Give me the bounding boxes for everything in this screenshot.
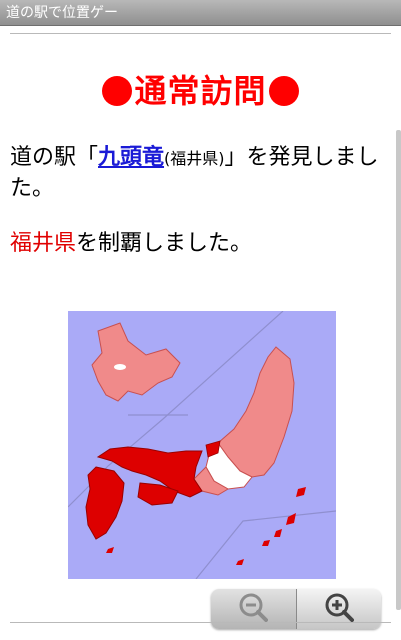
conquest-text: を制覇しました。 — [76, 231, 253, 256]
zoom-in-button[interactable] — [296, 589, 381, 629]
tohoku-kanto-region — [217, 346, 295, 478]
page-scrollbar[interactable] — [396, 130, 401, 610]
message-prefix: 道の駅「 — [10, 145, 99, 170]
red-dot-icon — [102, 76, 133, 106]
app-title: 道の駅で位置ゲー — [6, 5, 118, 21]
zoom-controls — [211, 589, 381, 629]
zoom-in-icon — [324, 592, 354, 626]
zoom-out-icon — [238, 592, 269, 626]
discovery-message: 道の駅「九頭竜(福井県)」を発見しました。 — [10, 143, 390, 204]
red-dot-icon — [268, 76, 299, 106]
app-title-bar: 道の駅で位置ゲー — [0, 0, 401, 26]
station-prefecture: (福井県) — [164, 149, 225, 168]
top-divider — [10, 33, 391, 34]
kyushu-region — [85, 466, 125, 540]
zoom-out-button[interactable] — [211, 589, 297, 629]
bottom-divider — [10, 622, 391, 623]
japan-map-graphic — [68, 311, 336, 579]
visit-heading: 通常訪問 — [0, 66, 401, 112]
station-name-link[interactable]: 九頭竜 — [98, 145, 164, 170]
japan-map — [68, 311, 336, 579]
visit-heading-text: 通常訪問 — [134, 72, 267, 110]
hokkaido-region — [91, 322, 181, 402]
conquest-message: 福井県を制覇しました。 — [10, 229, 252, 259]
conquered-prefecture: 福井県 — [10, 231, 77, 256]
